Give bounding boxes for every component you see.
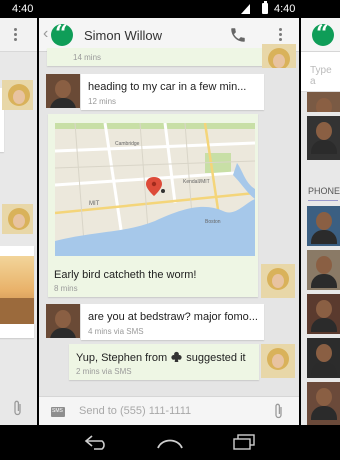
map-label: MIT bbox=[89, 201, 100, 207]
phone-icon[interactable] bbox=[229, 26, 247, 44]
contact-avatar bbox=[46, 74, 80, 108]
contact-avatar bbox=[46, 304, 80, 338]
message-time: 8 mins bbox=[54, 284, 78, 293]
message-time: 12 mins bbox=[88, 97, 117, 106]
left-app-bar bbox=[0, 18, 37, 52]
compose-bar: Send to (555) 111-1111 bbox=[39, 396, 299, 425]
home-icon[interactable] bbox=[156, 434, 184, 450]
contact-avatar[interactable] bbox=[307, 294, 340, 334]
message-text: Early bird catcheth the worm! bbox=[54, 269, 197, 281]
status-time: 4:40 bbox=[12, 3, 34, 15]
paperclip-icon[interactable] bbox=[12, 400, 24, 416]
back-icon[interactable] bbox=[84, 434, 110, 450]
contact-avatar[interactable] bbox=[307, 338, 340, 378]
contact-avatar bbox=[2, 204, 33, 234]
club-icon bbox=[171, 351, 182, 362]
signal-icon bbox=[241, 4, 250, 14]
beach-photo bbox=[0, 256, 34, 324]
message-text-start: Yup, Stephen from bbox=[76, 352, 168, 364]
conversation-app-bar: ‹ Simon Willow bbox=[39, 18, 299, 52]
contact-avatar[interactable] bbox=[307, 206, 340, 246]
conversation-title: Simon Willow bbox=[84, 28, 163, 43]
message-time: 4 mins via SMS bbox=[88, 327, 144, 336]
message-bubble-outgoing: 14 mins bbox=[47, 48, 264, 66]
contact-avatar[interactable] bbox=[307, 92, 340, 112]
battery-icon bbox=[262, 1, 268, 14]
contact-avatar[interactable] bbox=[307, 382, 340, 425]
paperclip-icon[interactable] bbox=[273, 403, 285, 419]
status-time: 4:40 bbox=[274, 3, 296, 15]
recents-icon[interactable] bbox=[232, 434, 256, 450]
message-bubble-incoming: are you at bedstraw? major fomo... 4 min… bbox=[81, 304, 264, 340]
search-placeholder: Type a bbox=[310, 65, 332, 87]
navigation-bar bbox=[0, 425, 340, 460]
compose-input[interactable]: Send to (555) 111-1111 bbox=[79, 405, 191, 417]
message-text: heading to my car in a few min... bbox=[88, 81, 247, 93]
map-label: Boston bbox=[205, 219, 221, 225]
contact-avatar bbox=[262, 44, 296, 68]
map-thumbnail[interactable]: MIT Kendall/MIT Cambridge Boston bbox=[55, 123, 255, 256]
overflow-icon[interactable] bbox=[279, 28, 283, 43]
contact-avatar bbox=[261, 344, 295, 378]
left-panel bbox=[0, 18, 37, 425]
hangouts-icon[interactable] bbox=[51, 21, 73, 47]
message-text: are you at bedstraw? major fomo... bbox=[88, 311, 258, 323]
section-divider bbox=[308, 200, 338, 201]
up-icon[interactable]: ‹ bbox=[43, 26, 48, 42]
left-photo-card bbox=[0, 246, 34, 338]
map-label: Cambridge bbox=[115, 141, 140, 147]
contact-search-input[interactable]: Type a bbox=[301, 52, 340, 92]
message-time: 2 mins via SMS bbox=[76, 367, 132, 376]
map-image: MIT Kendall/MIT Cambridge Boston bbox=[55, 123, 255, 256]
contact-avatar bbox=[2, 80, 33, 110]
message-bubble-outgoing: Yup, Stephen from suggested it 2 mins vi… bbox=[69, 344, 259, 380]
status-bar-left: 4:40 bbox=[0, 0, 38, 18]
status-bar-right bbox=[301, 0, 340, 18]
hangouts-icon[interactable] bbox=[312, 21, 334, 47]
message-time: 14 mins bbox=[73, 53, 102, 62]
message-text: Yup, Stephen from suggested it bbox=[76, 351, 246, 364]
sms-icon[interactable] bbox=[51, 407, 65, 417]
overflow-icon[interactable] bbox=[14, 28, 18, 43]
message-text-end: suggested it bbox=[186, 352, 246, 364]
map-label: Kendall/MIT bbox=[183, 179, 210, 185]
contact-avatar[interactable] bbox=[307, 116, 340, 160]
status-bar-main: 4:40 bbox=[39, 0, 300, 18]
right-app-bar bbox=[301, 18, 340, 52]
right-panel: Type a PHONE bbox=[301, 18, 340, 425]
contact-avatar bbox=[261, 264, 295, 298]
message-bubble-incoming: heading to my car in a few min... 12 min… bbox=[81, 74, 264, 110]
section-header: PHONE bbox=[308, 186, 340, 196]
contact-avatar[interactable] bbox=[307, 250, 340, 290]
